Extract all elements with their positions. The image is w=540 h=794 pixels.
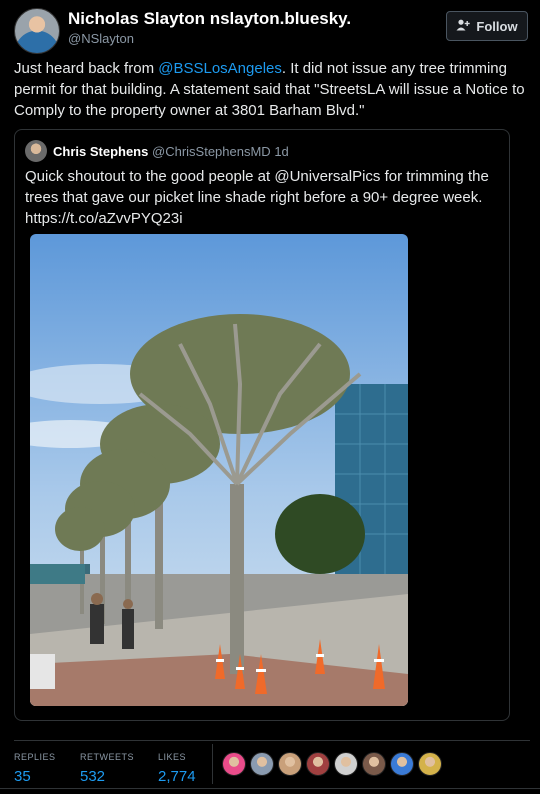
- likes-label: LIKES: [158, 752, 187, 762]
- liker-avatar[interactable]: [334, 752, 358, 776]
- retweets-stat[interactable]: RETWEETS 532: [80, 752, 134, 785]
- tree-photo[interactable]: [30, 234, 408, 706]
- author-name[interactable]: Nicholas Slayton nslayton.bluesky.: [68, 9, 351, 29]
- author-avatar[interactable]: [14, 8, 60, 54]
- quoted-author-handle: @ChrisStephensMD 1d: [152, 144, 289, 159]
- follow-button[interactable]: Follow: [446, 11, 528, 41]
- liker-avatar[interactable]: [362, 752, 386, 776]
- liker-avatar[interactable]: [418, 752, 442, 776]
- liker-avatar[interactable]: [250, 752, 274, 776]
- quoted-handle-text: @ChrisStephensMD: [152, 144, 271, 159]
- likes-value: 2,774: [158, 768, 196, 785]
- stats-divider: [14, 740, 530, 741]
- tweet-text-start: Just heard back from: [14, 60, 159, 77]
- quoted-text: Quick shoutout to the good people at @Un…: [25, 168, 489, 227]
- retweets-label: RETWEETS: [80, 752, 135, 762]
- quoted-author-name[interactable]: Chris Stephens: [53, 144, 148, 159]
- quoted-time: 1d: [274, 144, 289, 159]
- retweets-value: 532: [80, 768, 106, 785]
- replies-label: REPLIES: [14, 752, 56, 762]
- liker-avatars: [222, 752, 442, 776]
- quoted-tweet[interactable]: Chris Stephens @ChrisStephensMD 1d Quick…: [14, 129, 510, 721]
- tweet-text: Just heard back from @BSSLosAngeles. It …: [14, 58, 529, 121]
- quoted-author-avatar[interactable]: [25, 140, 47, 162]
- follow-label: Follow: [476, 18, 518, 34]
- liker-avatar[interactable]: [222, 752, 246, 776]
- liker-avatar[interactable]: [278, 752, 302, 776]
- liker-avatar[interactable]: [306, 752, 330, 776]
- stats-separator: [212, 744, 213, 784]
- mention-link[interactable]: @BSSLosAngeles: [158, 60, 282, 77]
- likes-stat[interactable]: LIKES 2,774: [158, 752, 196, 785]
- replies-value: 35: [14, 768, 31, 785]
- author-handle[interactable]: @NSlayton: [68, 31, 134, 46]
- bottom-divider: [0, 788, 540, 789]
- add-user-icon: [456, 19, 471, 34]
- liker-avatar[interactable]: [390, 752, 414, 776]
- replies-stat[interactable]: REPLIES 35: [14, 752, 56, 785]
